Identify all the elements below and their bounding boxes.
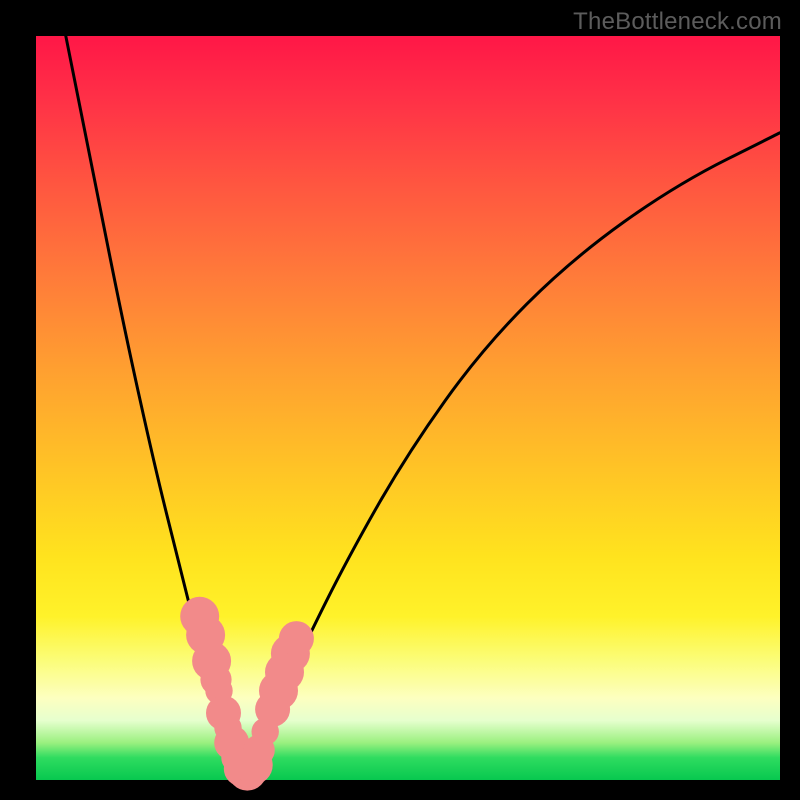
chart-svg xyxy=(36,36,780,780)
watermark-text: TheBottleneck.com xyxy=(573,8,782,36)
curve-layer xyxy=(66,36,780,768)
marker-dot xyxy=(279,621,314,656)
chart-stage: TheBottleneck.com xyxy=(0,0,800,800)
bottleneck-curve xyxy=(66,36,780,768)
plot-area xyxy=(36,36,780,780)
marker-layer xyxy=(180,597,314,791)
